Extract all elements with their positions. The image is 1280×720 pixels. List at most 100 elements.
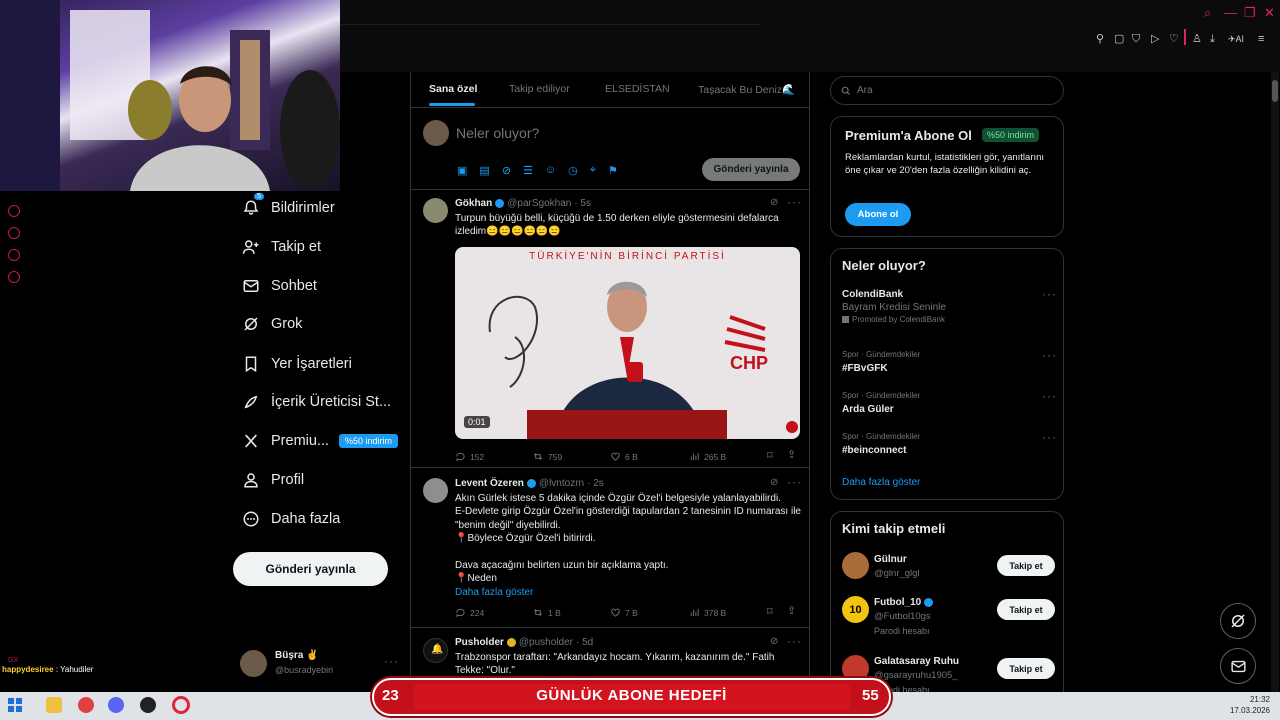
show-more-link[interactable]: Daha fazla göster bbox=[455, 586, 803, 599]
rocket-icon bbox=[240, 391, 262, 413]
tweet[interactable]: Gökhan @parSgokhan · 5s ⊘ ··· Turpun büy… bbox=[411, 190, 809, 468]
start-icon[interactable] bbox=[8, 698, 22, 712]
author-handle[interactable]: @lvntozrn bbox=[539, 478, 584, 489]
obs-icon[interactable] bbox=[140, 697, 156, 713]
tab-for-you[interactable]: Sana özel bbox=[429, 83, 477, 95]
compose-post-button[interactable]: Gönderi yayınla bbox=[702, 158, 800, 181]
trend-item[interactable]: Spor · Gündemdekiler #beinconnect ··· bbox=[842, 430, 1057, 456]
tab-tasacak-bu-deniz[interactable]: Taşacak Bu Deniz🌊 bbox=[698, 83, 795, 96]
nav-creator-studio[interactable]: İçerik Üreticisi St... bbox=[240, 388, 391, 416]
nav-bookmarks[interactable]: Yer İşaretleri bbox=[240, 350, 352, 378]
play-icon[interactable]: ▷ bbox=[1151, 33, 1159, 45]
browser-icon[interactable] bbox=[78, 697, 94, 713]
repost-button[interactable]: 759 bbox=[532, 451, 562, 462]
repost-button[interactable]: 1 B bbox=[532, 607, 561, 618]
discord-icon[interactable] bbox=[108, 697, 124, 713]
more-icon[interactable]: ··· bbox=[787, 634, 802, 648]
tab-following[interactable]: Takip ediliyor bbox=[509, 83, 570, 95]
messages-fab[interactable] bbox=[1220, 648, 1256, 684]
trend-name: ColendiBank bbox=[842, 289, 904, 300]
author-handle[interactable]: @parSgokhan bbox=[507, 198, 571, 209]
trend-item[interactable]: Spor · Gündemdekiler Arda Güler ··· bbox=[842, 389, 1057, 415]
heart-icon[interactable]: ♡ bbox=[1169, 33, 1179, 45]
shield-icon[interactable]: ⛉ bbox=[1132, 33, 1140, 45]
more-icon[interactable]: ··· bbox=[787, 475, 802, 489]
poll-icon[interactable]: ☰ bbox=[523, 164, 533, 177]
more-icon[interactable]: ··· bbox=[1042, 430, 1057, 444]
folder-icon[interactable] bbox=[46, 697, 62, 713]
follow-suggestion[interactable]: Gülnur @glnr_glgl Takip et bbox=[831, 548, 1065, 588]
nav-notifications[interactable]: 5 Bildirimler bbox=[240, 193, 335, 222]
author-handle[interactable]: @pusholder bbox=[519, 637, 573, 648]
tweet[interactable]: Levent Özeren @lvntozrn · 2s ⊘ ··· Akın … bbox=[411, 468, 809, 628]
nav-grok[interactable]: Grok bbox=[240, 310, 302, 338]
more-icon[interactable]: ··· bbox=[1042, 348, 1057, 362]
location-icon[interactable]: ⌖ bbox=[590, 164, 596, 177]
post-button[interactable]: Gönderi yayınla bbox=[233, 552, 388, 586]
follow-suggestion[interactable]: 10 Futbol_10 @Futbol10gs Parodi hesabı T… bbox=[831, 592, 1065, 640]
views-button[interactable]: 265 B bbox=[689, 451, 726, 462]
share-icon[interactable]: ⇪ bbox=[787, 448, 796, 461]
trend-item[interactable]: ColendiBank Bayram Kredisi Seninle Promo… bbox=[842, 287, 1057, 324]
follow-button[interactable]: Takip et bbox=[997, 658, 1055, 679]
scrollbar-thumb[interactable] bbox=[1272, 80, 1278, 102]
restore-icon[interactable]: ❐ bbox=[1244, 5, 1256, 21]
download-icon[interactable]: ⤓ bbox=[1210, 33, 1215, 45]
views-button[interactable]: 378 B bbox=[689, 607, 726, 618]
grok-icon[interactable]: ⊘ bbox=[502, 164, 511, 177]
author-name[interactable]: Levent Özeren bbox=[455, 478, 524, 489]
reply-button[interactable]: 224 bbox=[455, 607, 484, 618]
compose-input[interactable]: Neler oluyor? bbox=[456, 125, 539, 141]
pin-icon[interactable]: ⚲ bbox=[1096, 33, 1104, 45]
flag-icon[interactable]: ⚑ bbox=[608, 164, 618, 177]
scrollbar[interactable] bbox=[1271, 72, 1279, 692]
grok-fab[interactable] bbox=[1220, 603, 1256, 639]
screenshot-icon[interactable]: ▢ bbox=[1114, 33, 1124, 45]
schedule-icon[interactable]: ◷ bbox=[568, 164, 578, 177]
tweet-video[interactable]: TÜRKİYE'NİN BİRİNCİ PARTİSİ CHP 0:01 bbox=[455, 247, 800, 439]
emoji-icon[interactable]: ☺ bbox=[545, 164, 556, 177]
image-icon[interactable]: ▣ bbox=[457, 164, 467, 177]
user-handle: @gsarayruhu1905_ bbox=[874, 670, 958, 681]
menu-icon[interactable]: ≡ bbox=[1258, 33, 1264, 45]
follow-button[interactable]: Takip et bbox=[997, 599, 1055, 620]
like-button[interactable]: 6 B bbox=[610, 451, 638, 462]
nav-more[interactable]: Daha fazla bbox=[240, 505, 340, 533]
reply-button[interactable]: 152 bbox=[455, 451, 484, 462]
share-icon[interactable]: ⇪ bbox=[787, 604, 796, 617]
nav-follow[interactable]: Takip et bbox=[240, 233, 321, 261]
ai-icon[interactable]: ✈AI bbox=[1228, 33, 1244, 45]
more-icon[interactable]: ··· bbox=[787, 195, 802, 209]
more-icon[interactable]: ··· bbox=[384, 654, 399, 668]
subscribe-button[interactable]: Abone ol bbox=[845, 203, 911, 226]
opera-icon[interactable] bbox=[172, 696, 190, 714]
trend-item[interactable]: Spor · Gündemdekiler #FBvGFK ··· bbox=[842, 348, 1057, 374]
close-icon[interactable]: ✕ bbox=[1264, 5, 1275, 21]
author-name[interactable]: Pusholder bbox=[455, 637, 504, 648]
avatar bbox=[240, 650, 267, 677]
avatar: 10 bbox=[842, 596, 869, 623]
nav-chat[interactable]: Sohbet bbox=[240, 272, 317, 300]
more-icon[interactable]: ··· bbox=[1042, 389, 1057, 403]
search-icon[interactable]: ⌕ bbox=[1204, 5, 1211, 21]
show-more-link[interactable]: Daha fazla göster bbox=[842, 477, 920, 488]
bookmark-icon[interactable]: ⌑ bbox=[767, 449, 773, 462]
nav-profile[interactable]: Profil bbox=[240, 466, 304, 494]
author-name[interactable]: Gökhan bbox=[455, 198, 492, 209]
more-icon[interactable]: ··· bbox=[1042, 287, 1057, 301]
minimize-icon[interactable]: — bbox=[1224, 5, 1237, 20]
follow-button[interactable]: Takip et bbox=[997, 555, 1055, 576]
user-icon[interactable]: ♙ bbox=[1192, 33, 1202, 45]
grok-icon[interactable]: ⊘ bbox=[770, 197, 778, 208]
like-button[interactable]: 7 B bbox=[610, 607, 638, 618]
search-input[interactable]: Ara bbox=[830, 76, 1064, 105]
nav-premium[interactable]: Premiu... %50 indirim bbox=[240, 427, 399, 455]
account-switcher[interactable]: Büşra ✌ @busradyebiri ··· bbox=[240, 648, 400, 680]
grok-icon[interactable]: ⊘ bbox=[770, 477, 778, 488]
goal-target: 55 bbox=[862, 687, 879, 704]
grok-icon[interactable]: ⊘ bbox=[770, 636, 778, 647]
bookmark-icon[interactable]: ⌑ bbox=[767, 605, 773, 618]
tab-elsedistan[interactable]: ELSEDİSTAN bbox=[605, 83, 670, 95]
gif-icon[interactable]: ▤ bbox=[479, 164, 489, 177]
verified-icon bbox=[526, 479, 536, 488]
